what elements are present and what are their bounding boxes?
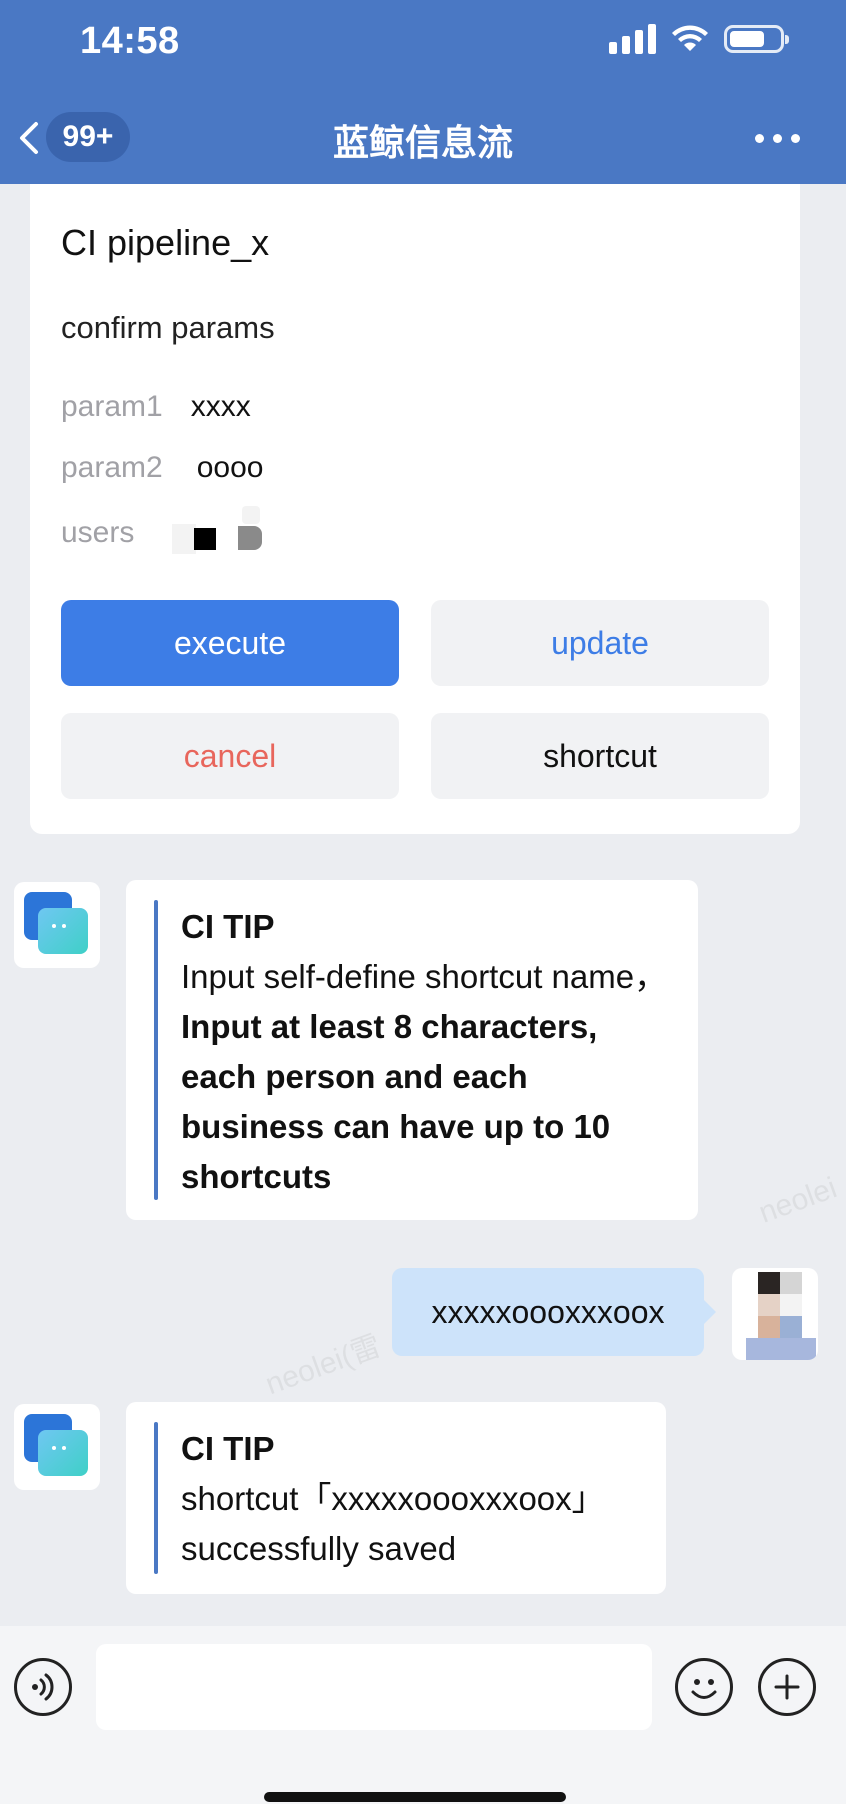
- param-label: param1: [61, 390, 163, 423]
- more-icon[interactable]: [755, 134, 800, 143]
- card-subtitle: confirm params: [61, 310, 275, 345]
- cancel-button[interactable]: cancel: [61, 713, 399, 799]
- signal-icon: [609, 24, 656, 54]
- execute-button[interactable]: execute: [61, 600, 399, 686]
- tip-title: CI TIP: [181, 908, 275, 945]
- watermark: neolei: [754, 1171, 842, 1230]
- user-avatar-pixel: [238, 526, 262, 550]
- pipeline-card: CI pipeline_x confirm params param1 xxxx…: [30, 184, 800, 834]
- param-label: param2: [61, 451, 163, 484]
- tip-text: Input self-define shortcut name，: [181, 958, 668, 995]
- status-icons: [609, 24, 789, 54]
- watermark: neolei(雷: [261, 1329, 386, 1402]
- update-button[interactable]: update: [431, 600, 769, 686]
- plus-icon[interactable]: [758, 1658, 816, 1716]
- tip-message: CI TIP Input self-define shortcut name， …: [126, 880, 698, 1220]
- users-row: users: [61, 516, 134, 550]
- status-time: 14:58: [80, 20, 180, 62]
- param-value: oooo: [196, 451, 264, 484]
- user-avatar[interactable]: [732, 1268, 818, 1360]
- user-avatar-placeholder: [172, 524, 196, 554]
- param-value: xxxx: [190, 390, 251, 423]
- tip-message: CI TIP shortcut「xxxxxoooxxxoox」successfu…: [126, 1402, 666, 1594]
- shortcut-button[interactable]: shortcut: [431, 713, 769, 799]
- home-indicator: [264, 1792, 566, 1802]
- nav-bar: 99+ 蓝鲸信息流: [0, 100, 846, 174]
- tip-text: shortcut「xxxxxoooxxxoox」successfully sav…: [181, 1480, 605, 1567]
- param-row: param1 xxxx: [61, 390, 251, 424]
- tip-text-bold: Input at least 8 characters, each person…: [181, 1008, 611, 1195]
- tip-title: CI TIP: [181, 1430, 275, 1467]
- bot-avatar[interactable]: [14, 882, 100, 968]
- card-title: CI pipeline_x: [61, 222, 270, 263]
- page-title: 蓝鲸信息流: [332, 122, 513, 163]
- voice-icon[interactable]: [14, 1658, 72, 1716]
- emoji-icon[interactable]: [675, 1658, 733, 1716]
- user-avatar-pixel: [194, 528, 216, 550]
- message-input[interactable]: [96, 1644, 652, 1730]
- bot-avatar[interactable]: [14, 1404, 100, 1490]
- users-label: users: [61, 516, 135, 549]
- user-avatar-placeholder: [242, 506, 260, 524]
- wifi-icon: [672, 25, 708, 51]
- header: 14:58 99+ 蓝鲸信息流: [0, 0, 846, 184]
- param-row: param2 oooo: [61, 451, 263, 485]
- battery-icon: [724, 25, 789, 53]
- user-message[interactable]: xxxxxoooxxxoox: [392, 1268, 716, 1356]
